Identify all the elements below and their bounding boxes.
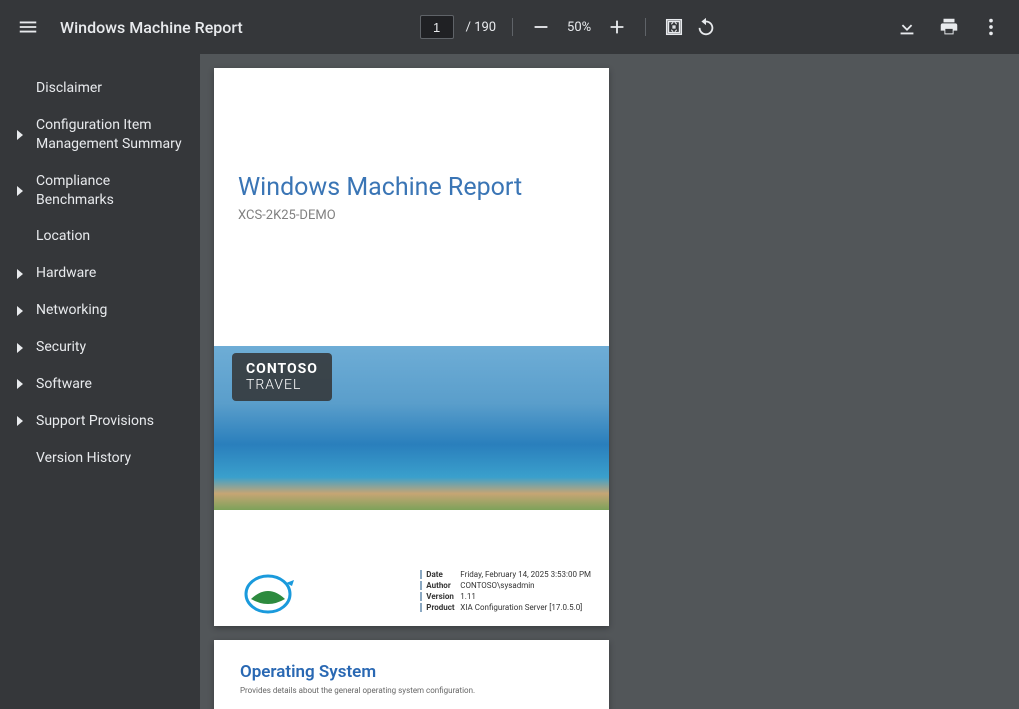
print-button[interactable] (937, 15, 961, 39)
pdf-toolbar: Windows Machine Report / 190 50% (0, 0, 1019, 54)
zoom-in-button[interactable] (605, 15, 629, 39)
section-description: Provides details about the general opera… (240, 686, 583, 695)
menu-icon[interactable] (16, 15, 40, 39)
sidebar-item[interactable]: Networking (0, 292, 200, 329)
document-title: Windows Machine Report (60, 18, 243, 37)
download-button[interactable] (895, 15, 919, 39)
outline-sidebar: DisclaimerConfiguration Item Management … (0, 54, 200, 709)
page-total: / 190 (466, 20, 497, 35)
section-heading: Operating System (240, 662, 583, 682)
report-title: Windows Machine Report (214, 68, 609, 202)
zoom-out-button[interactable] (529, 15, 553, 39)
pdf-page-1[interactable]: Windows Machine Report XCS-2K25-DEMO CON… (214, 68, 609, 626)
globe-logo-icon (236, 571, 300, 617)
sidebar-item[interactable]: Disclaimer (0, 70, 200, 107)
report-subtitle: XCS-2K25-DEMO (214, 202, 609, 223)
pdf-page-2[interactable]: Operating System Provides details about … (214, 640, 609, 709)
more-options-button[interactable] (979, 15, 1003, 39)
page-number-input[interactable] (420, 15, 454, 39)
sidebar-item[interactable]: Version History (0, 440, 200, 477)
sidebar-item[interactable]: Location (0, 218, 200, 255)
separator (512, 18, 513, 36)
rotate-button[interactable] (694, 15, 718, 39)
sidebar-item[interactable]: Support Provisions (0, 403, 200, 440)
fit-to-page-button[interactable] (662, 15, 686, 39)
cover-metadata: DateFriday, February 14, 2025 3:53:00 PM… (420, 570, 591, 614)
zoom-value: 50% (561, 20, 597, 35)
sidebar-item[interactable]: Configuration Item Management Summary (0, 107, 200, 163)
sidebar-item[interactable]: Security (0, 329, 200, 366)
sidebar-item[interactable]: Software (0, 366, 200, 403)
sidebar-item[interactable]: Compliance Benchmarks (0, 163, 200, 219)
separator (645, 18, 646, 36)
sidebar-item[interactable]: Hardware (0, 255, 200, 292)
brand-badge: CONTOSO TRAVEL (232, 353, 332, 401)
page-viewport[interactable]: Windows Machine Report XCS-2K25-DEMO CON… (200, 54, 1019, 709)
